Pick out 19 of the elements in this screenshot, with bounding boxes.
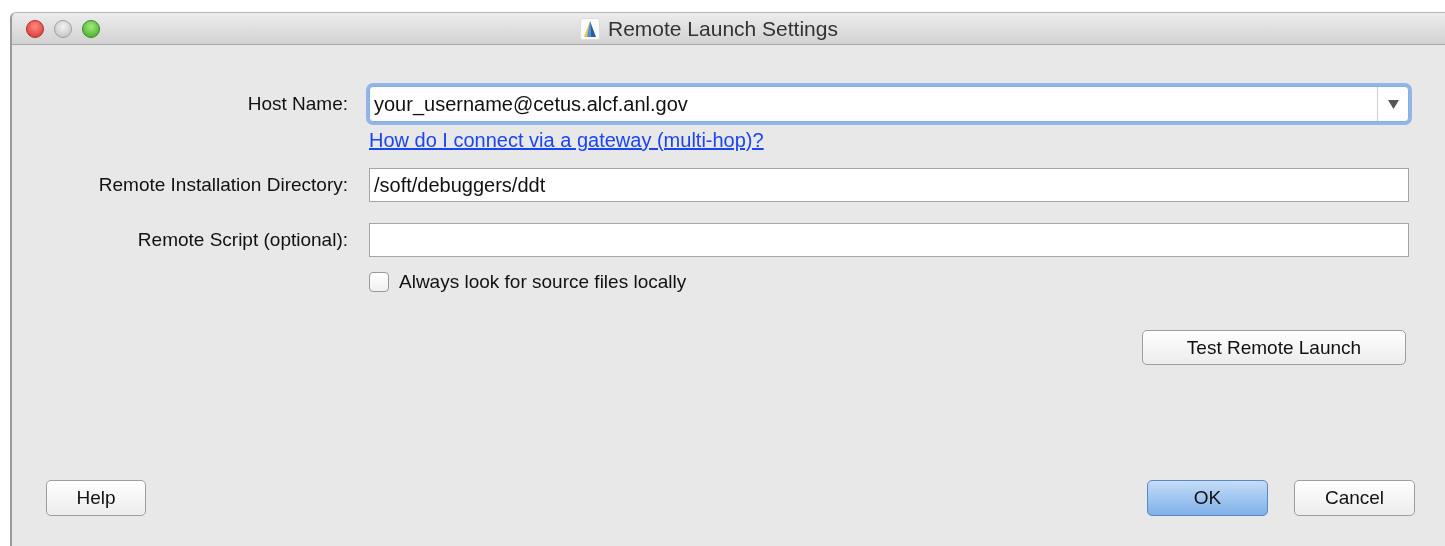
input-field[interactable]: /soft/debuggers/ddt: [369, 168, 1409, 202]
minimize-icon[interactable]: [54, 19, 72, 38]
app-icon: [580, 18, 600, 40]
zoom-icon[interactable]: [82, 19, 100, 38]
test-remote-launch-button[interactable]: Test Remote Launch: [1142, 330, 1406, 365]
field-label: Remote Script (optional):: [136, 229, 349, 251]
close-icon[interactable]: [26, 19, 44, 38]
window-title: Remote Launch Settings: [608, 17, 838, 41]
dialog-button[interactable]: OK: [1147, 480, 1268, 516]
dialog-button[interactable]: Cancel: [1294, 480, 1415, 516]
dropdown-arrow-icon[interactable]: [1387, 99, 1399, 109]
field-label: Host Name:: [246, 93, 349, 115]
dialog-button[interactable]: Help: [46, 480, 146, 516]
gateway-help-link[interactable]: How do I connect via a gateway (multi-hop)?: [369, 129, 764, 152]
checkbox[interactable]: [369, 272, 389, 292]
checkbox-label[interactable]: Always look for source files locally: [399, 271, 687, 293]
host-combo-box[interactable]: your_username@cetus.alcf.anl.gov: [369, 86, 1409, 122]
field-label: Remote Installation Directory:: [97, 174, 349, 196]
input-field[interactable]: [369, 223, 1409, 257]
